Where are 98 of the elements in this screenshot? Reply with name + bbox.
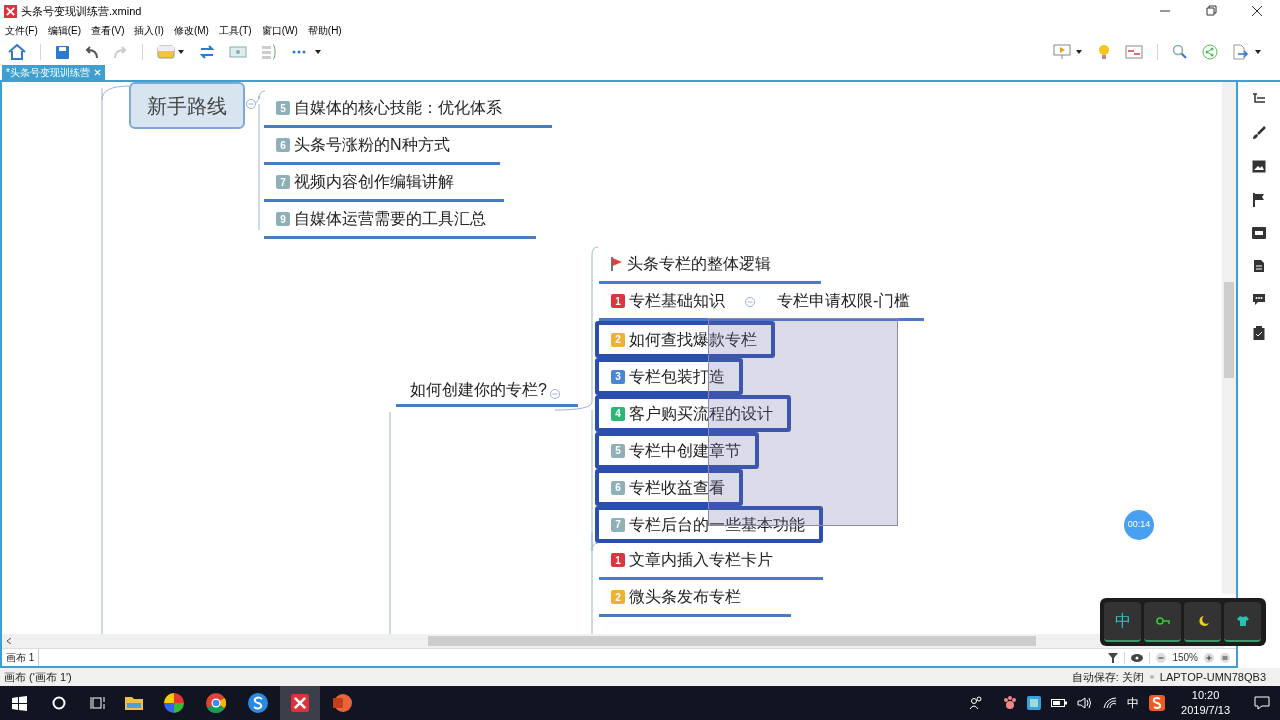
color-wheel-icon[interactable] bbox=[164, 693, 184, 713]
priority-badge: 5 bbox=[276, 101, 290, 115]
subtopic-node[interactable]: 头条专栏的整体逻辑 bbox=[599, 247, 821, 284]
input-method-indicator[interactable]: 中 bbox=[1127, 694, 1140, 712]
ime-key[interactable]: 中 bbox=[1104, 602, 1141, 642]
computer-name: LAPTOP-UMN78QB3 bbox=[1159, 669, 1266, 685]
autosave-status: 自动保存: 关闭 bbox=[1071, 669, 1144, 685]
priority-badge: 7 bbox=[276, 175, 290, 189]
start-icon[interactable] bbox=[12, 695, 27, 711]
subtopic-node[interactable]: 2 如何查找爆款专栏 bbox=[595, 321, 775, 358]
menu-item[interactable]: 窗口(W) bbox=[261, 22, 298, 38]
priority-badge: 6 bbox=[276, 138, 290, 152]
menu-item[interactable]: 插入(I) bbox=[134, 22, 164, 38]
search-icon[interactable] bbox=[52, 696, 66, 710]
subtopic-node[interactable]: 4 客户购买流程的设计 bbox=[595, 395, 791, 432]
priority-badge: 1 bbox=[611, 553, 625, 567]
clock-date[interactable]: 2019/7/13 bbox=[1181, 703, 1230, 718]
ime-key[interactable] bbox=[1144, 602, 1181, 642]
app-logo-icon bbox=[4, 4, 17, 18]
save-icon[interactable] bbox=[55, 44, 70, 60]
relationship-icon[interactable] bbox=[199, 44, 215, 60]
menu-item[interactable]: 查看(V) bbox=[91, 22, 125, 38]
task-icon[interactable] bbox=[1253, 326, 1265, 340]
paw-icon[interactable] bbox=[1003, 696, 1018, 710]
scroll-left-icon[interactable] bbox=[6, 637, 12, 645]
export-icon[interactable] bbox=[1232, 44, 1262, 60]
priority-badge: 6 bbox=[611, 480, 625, 495]
subtopic-node[interactable]: 5 专栏中创建章节 bbox=[595, 432, 759, 469]
menu-item[interactable]: 编辑(E) bbox=[47, 22, 82, 38]
zoom-out-icon[interactable] bbox=[1156, 652, 1167, 663]
menu-item[interactable]: 帮助(H) bbox=[307, 22, 342, 38]
outline-panel-icon[interactable] bbox=[1125, 45, 1143, 59]
subtopic-node[interactable]: 6 头条号涨粉的N种方式 bbox=[264, 128, 500, 165]
subtopic-node[interactable]: 9 自媒体运营需要的工具汇总 bbox=[264, 202, 536, 239]
battery-icon[interactable] bbox=[1051, 698, 1068, 708]
app-logo-icon bbox=[291, 694, 309, 712]
status-text: 画布 ('画布 1') bbox=[4, 669, 72, 685]
ime-key[interactable] bbox=[1224, 602, 1261, 642]
image-icon[interactable] bbox=[1252, 160, 1266, 173]
scrollbar-thumb[interactable] bbox=[1224, 282, 1234, 378]
eye-icon[interactable] bbox=[1131, 653, 1144, 662]
close-icon[interactable] bbox=[93, 69, 101, 76]
clock-time[interactable]: 10:20 bbox=[1191, 688, 1220, 703]
horizontal-scrollbar[interactable] bbox=[2, 634, 1224, 648]
priority-badge: 9 bbox=[276, 212, 290, 226]
outline-icon[interactable] bbox=[1252, 92, 1266, 106]
presentation-app-icon[interactable] bbox=[332, 693, 352, 713]
text-style-icon[interactable] bbox=[1252, 227, 1266, 239]
shirt-icon bbox=[1235, 615, 1250, 627]
subtopic-node[interactable]: 3 专栏包装打造 bbox=[595, 358, 743, 395]
folder-icon[interactable] bbox=[124, 695, 144, 711]
subtopic-node[interactable]: 7 视频内容创作编辑讲解 bbox=[264, 165, 504, 202]
undo-icon[interactable] bbox=[84, 44, 99, 60]
zoom-level: 150% bbox=[1172, 651, 1198, 665]
menu-item[interactable]: 工具(T) bbox=[218, 22, 252, 38]
scrollbar-thumb[interactable] bbox=[428, 636, 1036, 646]
priority-badge: 5 bbox=[611, 443, 625, 458]
s-logo-icon[interactable] bbox=[248, 693, 268, 713]
key-icon bbox=[1155, 615, 1170, 627]
timer-badge: 00:14 bbox=[1124, 510, 1154, 540]
notification-icon[interactable] bbox=[1254, 696, 1270, 710]
priority-badge: 1 bbox=[611, 294, 625, 308]
subtopic-node[interactable]: 1 文章内插入专栏卡片 bbox=[599, 543, 823, 580]
window-title: 头条号变现训练营.xmind bbox=[21, 3, 142, 19]
ime-key[interactable] bbox=[1184, 602, 1221, 642]
priority-badge: 7 bbox=[611, 517, 625, 532]
active-app-button[interactable] bbox=[280, 686, 320, 720]
subtopic-node[interactable]: 5 自媒体的核心技能：优化体系 bbox=[264, 91, 552, 128]
subtopic-node[interactable]: 专栏申请权限-门槛 bbox=[765, 284, 925, 321]
home-icon[interactable] bbox=[8, 44, 26, 60]
menu-item[interactable]: 文件(F) bbox=[5, 22, 38, 38]
menu-item[interactable]: 修改(M) bbox=[173, 22, 209, 38]
filter-icon[interactable] bbox=[1108, 652, 1119, 663]
tray-app-icon[interactable] bbox=[1027, 696, 1042, 710]
topic-style-icon[interactable] bbox=[157, 44, 185, 60]
priority-badge: 2 bbox=[611, 332, 625, 347]
subtopic-node[interactable]: 6 专栏收益查看 bbox=[595, 469, 743, 506]
flag-icon[interactable] bbox=[1253, 193, 1265, 207]
priority-badge: 3 bbox=[611, 369, 625, 384]
wifi-icon[interactable] bbox=[1103, 697, 1118, 709]
people-icon[interactable] bbox=[969, 696, 984, 710]
notes-icon[interactable] bbox=[1253, 259, 1265, 273]
task-view-icon[interactable] bbox=[90, 696, 106, 710]
chrome-icon[interactable] bbox=[206, 693, 226, 713]
presentation-icon[interactable] bbox=[1053, 44, 1083, 60]
volume-icon[interactable] bbox=[1077, 697, 1094, 709]
central-topic[interactable]: 新手路线 bbox=[129, 82, 245, 129]
priority-badge: 2 bbox=[611, 590, 625, 604]
subtopic-node[interactable]: 1 专栏基础知识 bbox=[599, 284, 775, 321]
subtopic-node[interactable]: 2 微头条发布专栏 bbox=[599, 580, 791, 617]
priority-badge: 4 bbox=[611, 406, 625, 421]
vertical-scrollbar[interactable] bbox=[1222, 82, 1236, 594]
fit-icon[interactable] bbox=[1220, 652, 1230, 663]
sogou-icon[interactable] bbox=[1149, 695, 1166, 711]
zoom-in-icon[interactable] bbox=[1204, 652, 1214, 663]
comment-icon[interactable] bbox=[1252, 293, 1266, 306]
lightbulb-icon[interactable] bbox=[1097, 44, 1111, 60]
brush-icon[interactable] bbox=[1252, 126, 1266, 140]
